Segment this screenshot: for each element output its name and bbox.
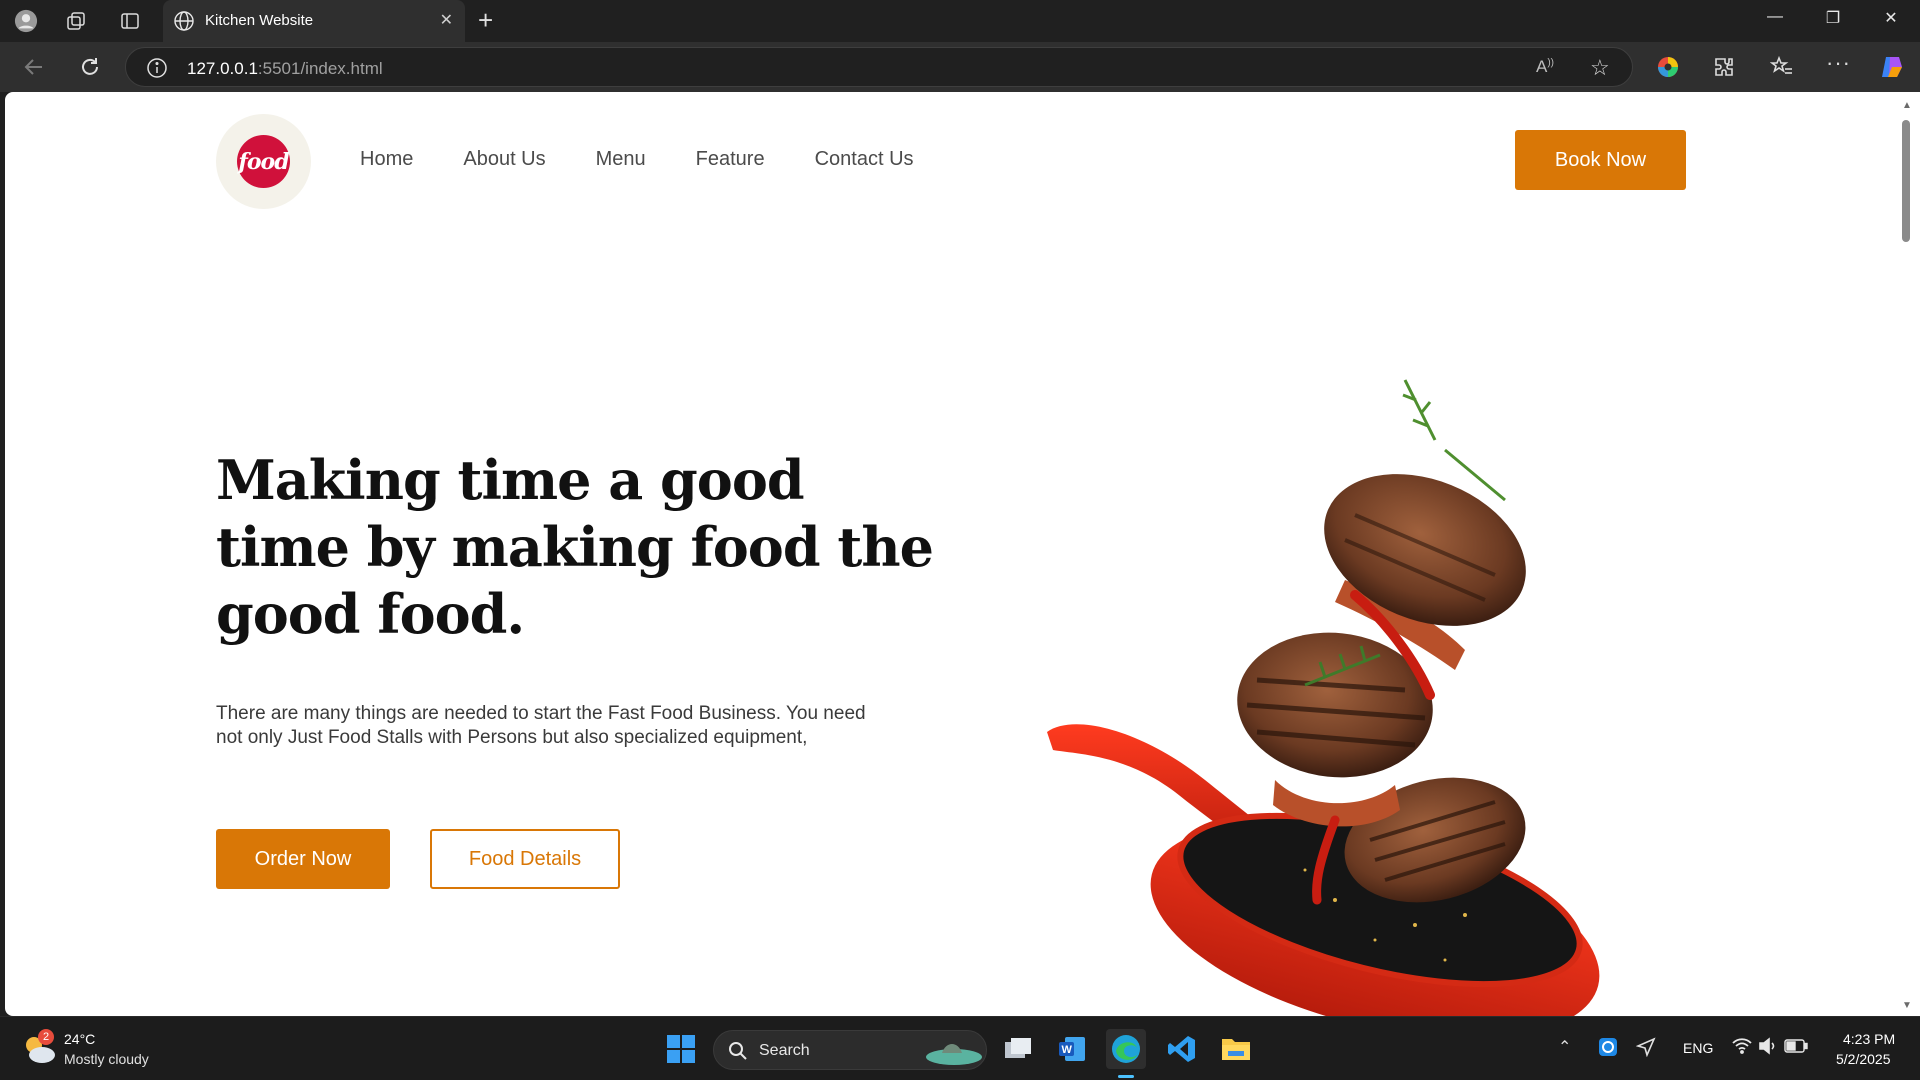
nav-contact-us[interactable]: Contact Us xyxy=(815,148,914,171)
refresh-icon[interactable] xyxy=(78,55,102,84)
word-icon[interactable]: W xyxy=(1052,1029,1092,1069)
minimize-icon[interactable]: — xyxy=(1760,8,1790,26)
profile-icon[interactable] xyxy=(14,9,38,33)
vscode-icon[interactable] xyxy=(1162,1029,1202,1069)
vertical-tabs-icon[interactable] xyxy=(118,9,142,33)
order-now-button[interactable]: Order Now xyxy=(216,829,390,889)
copilot-icon[interactable] xyxy=(1878,53,1906,86)
show-hidden-icons[interactable]: ⌃ xyxy=(1558,1037,1571,1057)
nav-home[interactable]: Home xyxy=(360,148,413,171)
battery-icon[interactable] xyxy=(1784,1039,1808,1058)
back-icon[interactable] xyxy=(22,55,46,84)
scroll-down-icon[interactable]: ▼ xyxy=(1902,1000,1912,1011)
food-network-logo[interactable]: food xyxy=(216,114,311,209)
new-tab-icon[interactable]: + xyxy=(478,6,493,34)
search-icon xyxy=(728,1041,748,1066)
logo-badge: food xyxy=(237,135,290,188)
location-icon[interactable] xyxy=(1635,1037,1656,1062)
url-host: 127.0.0.1 xyxy=(187,59,258,78)
food-details-button[interactable]: Food Details xyxy=(430,829,620,889)
hero-headline: Making time a good time by making food t… xyxy=(216,448,934,646)
restore-icon[interactable]: ❐ xyxy=(1818,8,1848,28)
file-explorer-icon[interactable] xyxy=(1216,1029,1256,1069)
site-info-icon[interactable] xyxy=(146,57,168,84)
tray-app-icon[interactable] xyxy=(1598,1037,1618,1062)
search-placeholder: Search xyxy=(759,1042,810,1059)
nav-feature[interactable]: Feature xyxy=(696,148,765,171)
globe-icon xyxy=(173,10,195,37)
close-tab-icon[interactable]: ✕ xyxy=(440,10,453,30)
hero-description: There are many things are needed to star… xyxy=(216,703,866,748)
browser-tab-strip: Kitchen Website ✕ + — ❐ ✕ xyxy=(0,0,1920,42)
browser-toolbar: 127.0.0.1:5501/index.html A)) ☆ ··· xyxy=(0,42,1920,92)
read-aloud-icon[interactable]: A)) xyxy=(1536,57,1554,77)
windows-taskbar: 2 24°C Mostly cloudy Search W ⌃ ENG 4:23… xyxy=(0,1016,1920,1080)
tab-title: Kitchen Website xyxy=(205,12,314,29)
hero-food-pan-image xyxy=(1047,379,1600,1016)
tab-kitchen-website[interactable]: Kitchen Website ✕ xyxy=(163,0,465,42)
clock-date[interactable]: 5/2/2025 xyxy=(1836,1051,1891,1067)
nav-about-us[interactable]: About Us xyxy=(463,148,545,171)
more-menu-icon[interactable]: ··· xyxy=(1826,50,1851,76)
edge-icon[interactable] xyxy=(1106,1029,1146,1069)
address-bar[interactable]: 127.0.0.1:5501/index.html A)) ☆ xyxy=(125,47,1633,87)
weather-badge: 2 xyxy=(38,1029,54,1045)
favorites-icon[interactable] xyxy=(1769,55,1794,84)
windows-start-icon[interactable] xyxy=(661,1029,701,1069)
book-now-button[interactable]: Book Now xyxy=(1515,130,1686,190)
search-highlight-icon xyxy=(922,1035,982,1072)
nav-menu[interactable]: Menu xyxy=(596,148,646,171)
edge-active-indicator xyxy=(1118,1075,1134,1078)
main-nav: Home About Us Menu Feature Contact Us xyxy=(360,148,964,171)
task-view-icon[interactable] xyxy=(998,1029,1038,1069)
extensions-icon[interactable] xyxy=(1712,55,1736,84)
svg-text:W: W xyxy=(1062,1044,1073,1056)
close-window-icon[interactable]: ✕ xyxy=(1876,8,1906,28)
workspaces-icon[interactable] xyxy=(64,9,88,33)
language-indicator[interactable]: ENG xyxy=(1683,1040,1713,1056)
weather-condition[interactable]: Mostly cloudy xyxy=(64,1051,149,1067)
taskbar-search[interactable]: Search xyxy=(713,1030,987,1070)
scrollbar-thumb[interactable] xyxy=(1902,120,1910,242)
url-text: 127.0.0.1:5501/index.html xyxy=(187,59,383,79)
url-path: :5501/index.html xyxy=(257,59,383,78)
volume-icon[interactable] xyxy=(1758,1037,1778,1060)
wifi-icon[interactable] xyxy=(1732,1037,1752,1060)
clock-time[interactable]: 4:23 PM xyxy=(1843,1031,1895,1047)
favorite-star-icon[interactable]: ☆ xyxy=(1590,55,1610,81)
color-extension-icon[interactable] xyxy=(1656,55,1680,84)
page-viewport: food Home About Us Menu Feature Contact … xyxy=(5,92,1896,1016)
weather-temperature[interactable]: 24°C xyxy=(64,1031,95,1047)
scroll-up-icon[interactable]: ▲ xyxy=(1902,100,1912,111)
